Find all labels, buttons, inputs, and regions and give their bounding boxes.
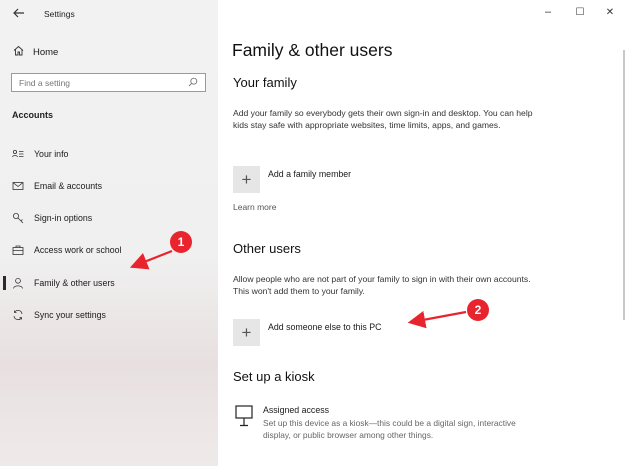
annotation-badge-2: 2 (467, 299, 489, 321)
annotation-arrows (129, 249, 467, 329)
annotation-badge-1: 1 (170, 231, 192, 253)
annotation-arrow-2 (407, 310, 467, 329)
annotation-arrow-1 (129, 249, 173, 270)
